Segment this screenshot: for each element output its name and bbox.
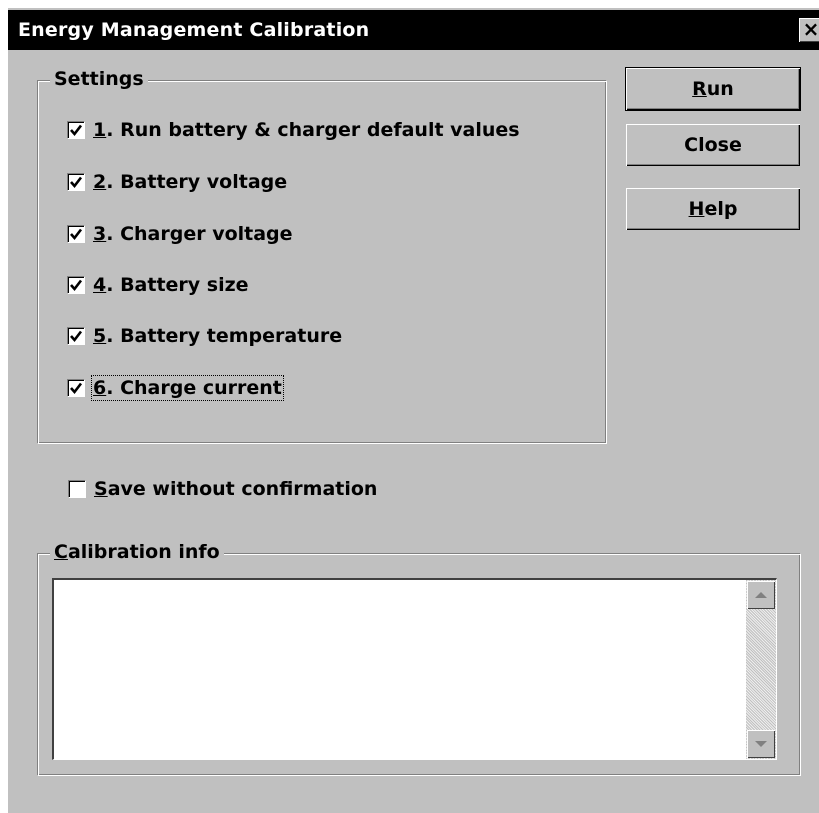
scroll-down-arrow-icon: [755, 741, 767, 747]
window-edge-left: [0, 0, 8, 813]
window-edge-top: [0, 0, 819, 6]
checkbox-box[interactable]: [67, 379, 85, 397]
setting-label: 1. Run battery & charger default values: [93, 119, 520, 141]
setting-checkbox-2[interactable]: 2. Battery voltage: [67, 170, 287, 194]
save-checkbox-label: Save without confirmation: [94, 478, 378, 500]
vertical-scrollbar[interactable]: [746, 580, 776, 759]
setting-checkbox-6[interactable]: 6. Charge current: [67, 375, 284, 401]
close-button[interactable]: Close: [626, 124, 800, 166]
checkbox-box[interactable]: [67, 121, 85, 139]
checkmark-icon: [70, 124, 83, 137]
help-button-label: Help: [688, 198, 738, 220]
checkmark-icon: [70, 279, 83, 292]
setting-label: 5. Battery temperature: [93, 325, 343, 347]
scroll-up-button[interactable]: [747, 581, 775, 609]
close-window-button[interactable]: ×: [799, 18, 819, 42]
setting-checkbox-5[interactable]: 5. Battery temperature: [67, 324, 342, 348]
close-button-label: Close: [684, 134, 742, 156]
setting-label: 2. Battery voltage: [93, 171, 288, 193]
checkbox-box[interactable]: [67, 276, 85, 294]
calibration-info-group-label: Calibration info: [50, 541, 224, 563]
checkmark-icon: [70, 382, 83, 395]
setting-checkbox-3[interactable]: 3. Charger voltage: [67, 222, 293, 246]
setting-label: 3. Charger voltage: [93, 223, 293, 245]
checkmark-icon: [70, 176, 83, 189]
settings-group-label: Settings: [50, 68, 148, 90]
scroll-down-button[interactable]: [747, 730, 775, 758]
close-icon: ×: [802, 17, 819, 41]
setting-label: 6. Charge current: [91, 375, 284, 401]
help-button[interactable]: Help: [626, 188, 800, 230]
checkbox-box[interactable]: [67, 327, 85, 345]
setting-label: 4. Battery size: [93, 274, 249, 296]
title-bar[interactable]: Energy Management Calibration ×: [8, 10, 819, 50]
run-button-label: Run: [692, 78, 734, 100]
save-without-confirmation-checkbox[interactable]: Save without confirmation: [68, 477, 377, 501]
save-checkbox-box[interactable]: [68, 480, 86, 498]
setting-checkbox-1[interactable]: 1. Run battery & charger default values: [67, 118, 520, 142]
checkbox-box[interactable]: [67, 225, 85, 243]
run-button[interactable]: Run: [626, 68, 800, 110]
calibration-info-textarea[interactable]: [52, 578, 777, 760]
window-title: Energy Management Calibration: [18, 19, 370, 41]
checkmark-icon: [70, 228, 83, 241]
checkbox-box[interactable]: [67, 173, 85, 191]
checkmark-icon: [70, 330, 83, 343]
scroll-up-arrow-icon: [755, 592, 767, 598]
setting-checkbox-4[interactable]: 4. Battery size: [67, 273, 249, 297]
